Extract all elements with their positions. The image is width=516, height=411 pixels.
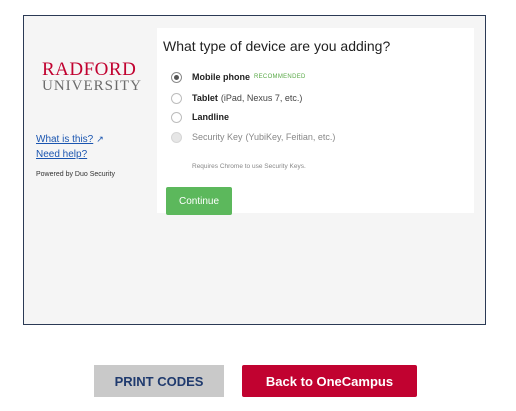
option-label: Security Key [192, 132, 243, 142]
back-to-onecampus-button[interactable]: Back to OneCampus [242, 365, 417, 397]
what-is-this-label: What is this? [36, 134, 94, 145]
option-label: Mobile phone [192, 72, 250, 82]
radford-logo: RADFORD UNIVERSITY [42, 59, 142, 94]
option-label: Landline [192, 112, 230, 122]
powered-by: Powered by Duo Security [36, 171, 115, 178]
sidebar: RADFORD UNIVERSITY What is this? ↗ Need h… [24, 16, 154, 324]
recommended-badge: RECOMMENDED [254, 74, 306, 80]
security-key-radio [171, 131, 182, 143]
need-help-link[interactable]: Need help? [36, 147, 104, 162]
continue-button[interactable]: Continue [166, 187, 232, 215]
duo-enrollment-frame: RADFORD UNIVERSITY What is this? ↗ Need h… [23, 15, 486, 325]
option-detail: (iPad, Nexus 7, etc.) [220, 93, 303, 103]
prompt-title: What type of device are you adding? [163, 38, 391, 54]
option-label: Tablet [192, 93, 218, 103]
mobile-phone-radio[interactable] [171, 71, 182, 83]
logo-line2: UNIVERSITY [42, 78, 142, 94]
device-type-panel: What type of device are you adding? Mobi… [157, 28, 474, 215]
landline-radio[interactable] [171, 111, 182, 123]
option-security-key: Security Key (YubiKey, Feitian, etc.) [171, 130, 335, 144]
what-is-this-link[interactable]: What is this? ↗ [36, 132, 104, 147]
option-tablet[interactable]: Tablet (iPad, Nexus 7, etc.) [171, 91, 302, 105]
option-detail: (YubiKey, Feitian, etc.) [245, 132, 336, 142]
side-links: What is this? ↗ Need help? [36, 132, 104, 162]
tablet-radio[interactable] [171, 92, 182, 104]
option-landline[interactable]: Landline [171, 110, 229, 124]
external-link-icon: ↗ [96, 134, 104, 144]
option-mobile-phone[interactable]: Mobile phone RECOMMENDED [171, 70, 306, 84]
security-key-note: Requires Chrome to use Security Keys. [192, 163, 306, 170]
print-codes-button[interactable]: PRINT CODES [94, 365, 224, 397]
logo-line1: RADFORD [42, 59, 137, 80]
